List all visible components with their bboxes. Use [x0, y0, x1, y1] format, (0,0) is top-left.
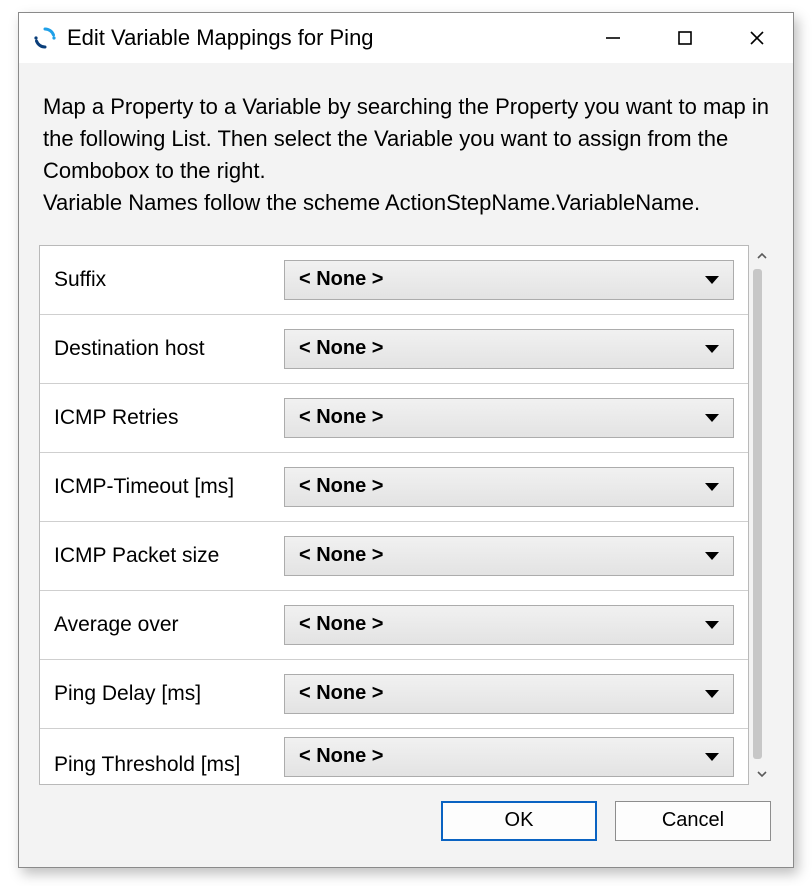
scrollbar-thumb[interactable] — [753, 269, 762, 759]
mapping-row: ICMP Retries < None > — [40, 384, 748, 453]
instructions-text: Map a Property to a Variable by searchin… — [19, 63, 793, 235]
variable-combobox[interactable]: < None > — [284, 737, 734, 777]
app-icon — [33, 26, 57, 50]
titlebar: Edit Variable Mappings for Ping — [19, 13, 793, 63]
cancel-button[interactable]: Cancel — [615, 801, 771, 841]
cancel-button-label: Cancel — [662, 809, 724, 832]
variable-combobox[interactable]: < None > — [284, 536, 734, 576]
combobox-value: < None > — [299, 337, 705, 360]
mapping-row: Average over < None > — [40, 591, 748, 660]
variable-combobox[interactable]: < None > — [284, 605, 734, 645]
mapping-row: Ping Threshold [ms] < None > — [40, 729, 748, 779]
mapping-row: ICMP-Timeout [ms] < None > — [40, 453, 748, 522]
combobox-value: < None > — [299, 613, 705, 636]
property-name: Ping Threshold [ms] — [54, 753, 284, 777]
scroll-down-icon[interactable] — [751, 763, 773, 785]
mapping-row: Destination host < None > — [40, 315, 748, 384]
variable-combobox[interactable]: < None > — [284, 329, 734, 369]
combobox-value: < None > — [299, 745, 705, 768]
property-name: Average over — [54, 613, 284, 637]
property-name: ICMP Packet size — [54, 544, 284, 568]
chevron-down-icon — [705, 276, 719, 284]
window-frame: Edit Variable Mappings for Ping Map a Pr… — [19, 13, 793, 867]
dialog-content: Map a Property to a Variable by searchin… — [19, 63, 793, 867]
instructions-line-1: Map a Property to a Variable by searchin… — [43, 94, 769, 183]
chevron-down-icon — [705, 690, 719, 698]
ok-button-label: OK — [505, 809, 534, 832]
scrollbar[interactable] — [751, 245, 773, 785]
ok-button[interactable]: OK — [441, 801, 597, 841]
variable-combobox[interactable]: < None > — [284, 467, 734, 507]
property-name: Ping Delay [ms] — [54, 682, 284, 706]
chevron-down-icon — [705, 345, 719, 353]
combobox-value: < None > — [299, 268, 705, 291]
variable-combobox[interactable]: < None > — [284, 260, 734, 300]
maximize-button[interactable] — [649, 13, 721, 62]
chevron-down-icon — [705, 621, 719, 629]
combobox-value: < None > — [299, 406, 705, 429]
instructions-line-2: Variable Names follow the scheme ActionS… — [43, 190, 700, 215]
property-name: ICMP-Timeout [ms] — [54, 475, 284, 499]
chevron-down-icon — [705, 552, 719, 560]
dialog-button-row: OK Cancel — [19, 785, 793, 841]
chevron-down-icon — [705, 483, 719, 491]
property-name: Destination host — [54, 337, 284, 361]
close-button[interactable] — [721, 13, 793, 62]
combobox-value: < None > — [299, 544, 705, 567]
mapping-row: Ping Delay [ms] < None > — [40, 660, 748, 729]
mapping-row: ICMP Packet size < None > — [40, 522, 748, 591]
property-name: Suffix — [54, 268, 284, 292]
dialog-window: Edit Variable Mappings for Ping Map a Pr… — [18, 12, 794, 868]
variable-combobox[interactable]: < None > — [284, 398, 734, 438]
mapping-list: Suffix < None > Destination host < None … — [39, 245, 749, 785]
minimize-button[interactable] — [577, 13, 649, 62]
mapping-row: Suffix < None > — [40, 246, 748, 315]
chevron-down-icon — [705, 753, 719, 761]
property-name: ICMP Retries — [54, 406, 284, 430]
scroll-up-icon[interactable] — [751, 245, 773, 267]
mapping-list-container: Suffix < None > Destination host < None … — [39, 245, 773, 785]
window-title: Edit Variable Mappings for Ping — [67, 25, 577, 51]
combobox-value: < None > — [299, 475, 705, 498]
chevron-down-icon — [705, 414, 719, 422]
combobox-value: < None > — [299, 682, 705, 705]
variable-combobox[interactable]: < None > — [284, 674, 734, 714]
window-controls — [577, 13, 793, 62]
